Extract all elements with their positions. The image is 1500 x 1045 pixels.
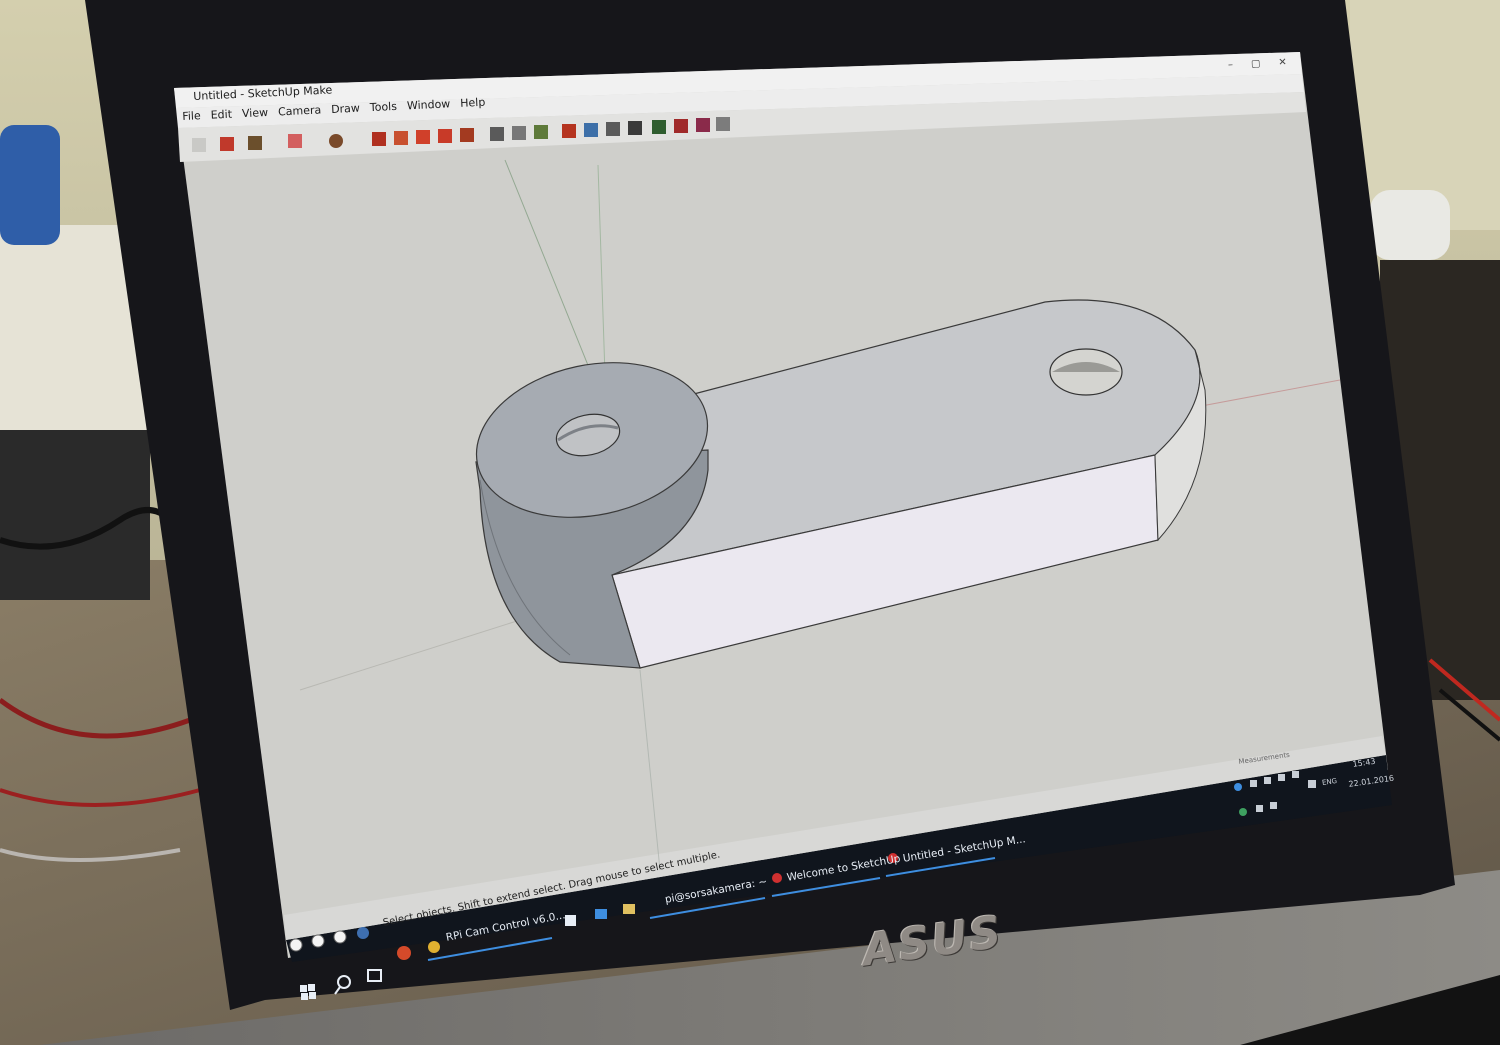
folder-icon[interactable]	[623, 904, 635, 914]
menu-file[interactable]: File	[182, 109, 201, 123]
windows-start-icon[interactable]	[300, 984, 316, 1000]
minimize-button[interactable]: –	[1228, 59, 1251, 71]
menu-tools[interactable]: Tools	[370, 100, 398, 114]
sketchup-icon	[772, 873, 782, 883]
chrome-icon[interactable]	[428, 941, 440, 953]
close-button[interactable]: ✕	[1278, 56, 1305, 68]
menu-window[interactable]: Window	[407, 97, 451, 112]
menu-draw[interactable]: Draw	[331, 102, 360, 116]
search-icon[interactable]	[334, 975, 351, 995]
photo-scene: Untitled - SketchUp Make –▢✕ File Edit V…	[0, 0, 1500, 1045]
maximize-button[interactable]: ▢	[1251, 57, 1279, 69]
info-icon[interactable]	[311, 934, 325, 948]
browser-icon[interactable]	[397, 946, 411, 960]
info-icon[interactable]	[289, 938, 303, 952]
store-icon[interactable]	[565, 915, 576, 926]
app-icon[interactable]	[595, 909, 607, 919]
menu-help[interactable]: Help	[460, 96, 486, 110]
user-icon[interactable]	[333, 930, 347, 944]
menu-edit[interactable]: Edit	[210, 108, 232, 122]
menu-view[interactable]: View	[242, 106, 269, 120]
task-view-icon[interactable]	[367, 969, 382, 982]
menu-camera[interactable]: Camera	[278, 103, 322, 118]
help-icon[interactable]	[357, 927, 369, 939]
